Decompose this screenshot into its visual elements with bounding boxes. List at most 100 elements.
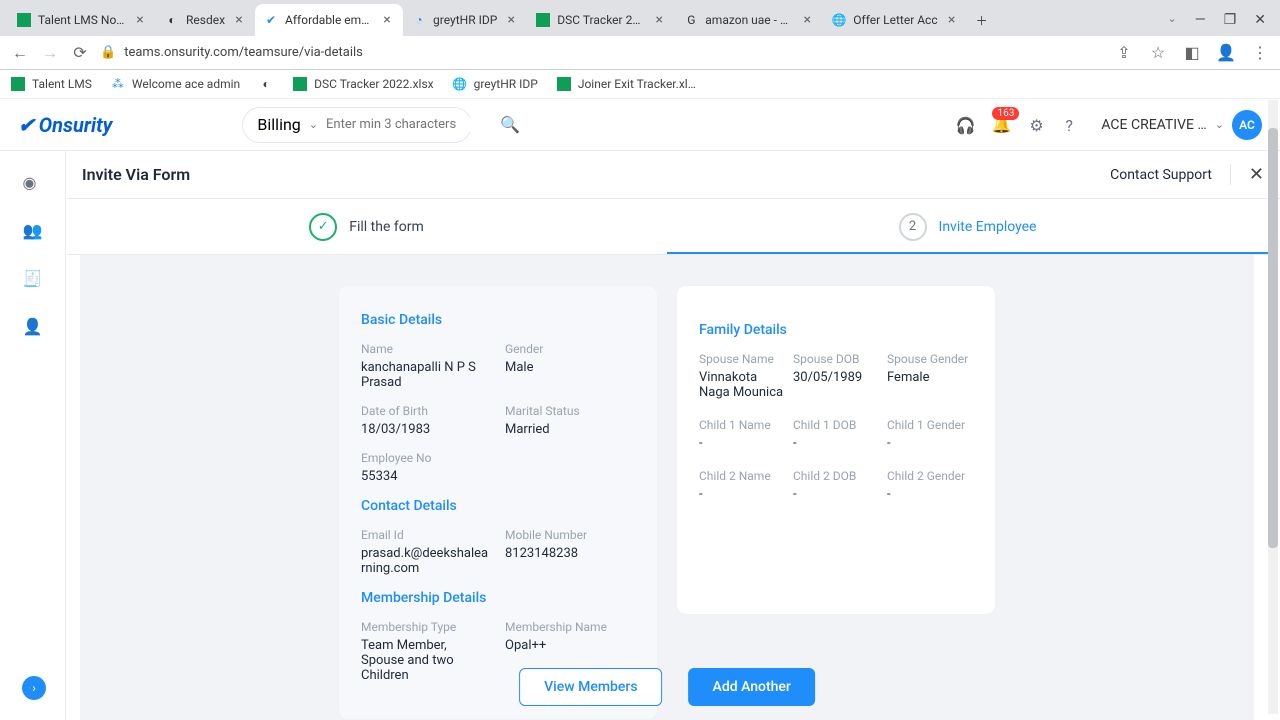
app-header: ✔Onsurity Billing ⌄ 🔍 🎧 🔔 163 ⚙ ? ACE CR… [0, 99, 1280, 151]
bookmark-label: Welcome ace admin [132, 77, 240, 91]
search-pill[interactable]: Billing ⌄ 🔍 [242, 107, 472, 143]
search-category[interactable]: Billing [257, 115, 300, 134]
field-value: Opal++ [505, 638, 635, 653]
field-value: - [887, 436, 973, 451]
step-fill-form[interactable]: ✓ Fill the form [66, 199, 667, 254]
bookmark-item[interactable]: Joiner Exit Tracker.xl… [556, 76, 696, 92]
chevron-down-icon[interactable]: ⌄ [309, 118, 318, 131]
support-icon[interactable]: 🎧 [955, 116, 973, 134]
panel-icon[interactable]: ◧ [1182, 43, 1202, 63]
tab-title: greytHR IDP [433, 13, 497, 27]
view-members-button[interactable]: View Members [519, 668, 662, 706]
tab-close-icon[interactable]: × [503, 12, 519, 28]
field-label: Gender [505, 342, 635, 356]
logo-check-icon: ✔ [18, 113, 35, 137]
field-value: Team Member, Spouse and two Children [361, 638, 491, 683]
excel-icon [16, 12, 32, 28]
new-tab-button[interactable]: ＋ [968, 4, 996, 36]
scroll-thumb[interactable] [1268, 128, 1278, 548]
browser-tab[interactable]: ◐ Resdex × [156, 4, 255, 36]
share-icon[interactable]: ⇪ [1114, 43, 1134, 63]
search-input[interactable] [326, 117, 492, 132]
star-icon[interactable]: ☆ [1148, 43, 1168, 63]
bookmark-item[interactable]: Talent LMS [10, 76, 92, 92]
tab-close-icon[interactable]: × [379, 12, 395, 28]
document-icon[interactable]: 🧾 [23, 269, 43, 289]
field-label: Child 2 DOB [793, 469, 879, 483]
globe-icon: 🌐 [452, 76, 468, 92]
browser-tab[interactable]: DSC Tracker 2022× [527, 4, 675, 36]
section-title: Basic Details [361, 312, 635, 328]
resdex-icon: ◐ [164, 12, 180, 28]
field-label: Mobile Number [505, 528, 635, 542]
bookmark-item[interactable]: DSC Tracker 2022.xlsx [292, 76, 433, 92]
lock-icon: 🔒 [100, 45, 116, 60]
dashboard-icon[interactable]: ◉ [23, 173, 43, 193]
back-icon[interactable]: ← [10, 43, 30, 63]
maximize-icon[interactable]: ❐ [1224, 12, 1237, 28]
browser-tab[interactable]: 🌐Offer Letter Acc× [823, 4, 967, 36]
bookmark-item[interactable]: ⁂ Welcome ace admin [110, 76, 240, 92]
section-title: Family Details [699, 322, 973, 338]
address-bar-row: ← → ⟳ 🔒 teams.onsurity.com/teamsure/via-… [0, 36, 1280, 70]
step-check-icon: ✓ [309, 213, 337, 241]
scrollbar[interactable] [1268, 100, 1278, 714]
page-title: Invite Via Form [82, 165, 190, 184]
logo-text: Onsurity [39, 113, 113, 137]
account-menu[interactable]: ACE CREATIVE … ⌄ AC [1101, 110, 1262, 140]
menu-icon[interactable]: ⋮ [1250, 43, 1270, 63]
minimize-icon[interactable]: — [1195, 12, 1206, 28]
logo[interactable]: ✔Onsurity [18, 113, 112, 137]
bookmark-item[interactable]: ◐ [258, 76, 274, 92]
reload-icon[interactable]: ⟳ [70, 43, 90, 63]
tab-title: Resdex [186, 13, 225, 27]
site-icon: ⁂ [110, 76, 126, 92]
search-icon[interactable]: 🔍 [500, 115, 520, 134]
field-label: Child 1 Name [699, 418, 785, 432]
tabs-dropdown-icon[interactable]: ⌄ [1168, 12, 1177, 28]
field-value: 55334 [361, 469, 491, 484]
notifications-button[interactable]: 🔔 163 [991, 115, 1011, 134]
field-value: prasad.k@deekshalearning.com [361, 546, 491, 576]
address-bar[interactable]: 🔒 teams.onsurity.com/teamsure/via-detail… [100, 45, 1104, 60]
close-icon[interactable]: ✕ [1230, 164, 1264, 185]
tab-close-icon[interactable]: × [799, 12, 815, 28]
tab-title: amazon uae - Go [705, 13, 793, 27]
step-invite-employee[interactable]: 2 Invite Employee [667, 199, 1268, 254]
field-label: Membership Name [505, 620, 635, 634]
field-label: Child 1 DOB [793, 418, 879, 432]
field-label: Spouse DOB [793, 352, 879, 366]
bookmark-item[interactable]: 🌐greytHR IDP [452, 76, 538, 92]
resdex-icon: ◐ [258, 76, 274, 92]
browser-tab[interactable]: Talent LMS Nove× [8, 4, 156, 36]
field-label: Employee No [361, 451, 491, 465]
basic-details-card: Basic Details Namekanchanapalli N P S Pr… [338, 285, 658, 720]
action-buttons: View Members Add Another [519, 668, 815, 706]
help-icon[interactable]: ? [1065, 116, 1083, 134]
section-title: Membership Details [361, 590, 635, 606]
tab-close-icon[interactable]: × [231, 12, 247, 28]
tab-close-icon[interactable]: × [651, 12, 667, 28]
chevron-down-icon: ⌄ [1215, 118, 1224, 131]
browser-tab[interactable]: Gamazon uae - Go× [675, 4, 823, 36]
globe-icon: 🌐 [831, 12, 847, 28]
forward-icon[interactable]: → [40, 43, 60, 63]
field-label: Date of Birth [361, 404, 491, 418]
family-details-card: Family Details Spouse NameVinnakota Naga… [676, 285, 996, 615]
field-value: kanchanapalli N P S Prasad [361, 360, 491, 390]
expand-sidebar-button[interactable]: › [22, 676, 46, 700]
tab-close-icon[interactable]: × [944, 12, 960, 28]
gear-icon[interactable]: ⚙ [1029, 116, 1047, 134]
team-icon[interactable]: 👥 [23, 221, 43, 241]
add-another-button[interactable]: Add Another [689, 668, 815, 706]
tab-close-icon[interactable]: × [132, 12, 148, 28]
browser-tab[interactable]: ◔greytHR IDP× [403, 4, 527, 36]
field-label: Child 1 Gender [887, 418, 973, 432]
tab-title: Affordable emplo [285, 13, 373, 27]
close-window-icon[interactable]: ✕ [1254, 12, 1266, 28]
contact-support-link[interactable]: Contact Support [1110, 167, 1212, 183]
browser-tab-active[interactable]: ✔Affordable emplo× [255, 4, 403, 36]
person-icon[interactable]: 👤 [23, 317, 43, 337]
notif-badge: 163 [992, 107, 1019, 120]
profile-icon[interactable]: 👤 [1216, 43, 1236, 63]
